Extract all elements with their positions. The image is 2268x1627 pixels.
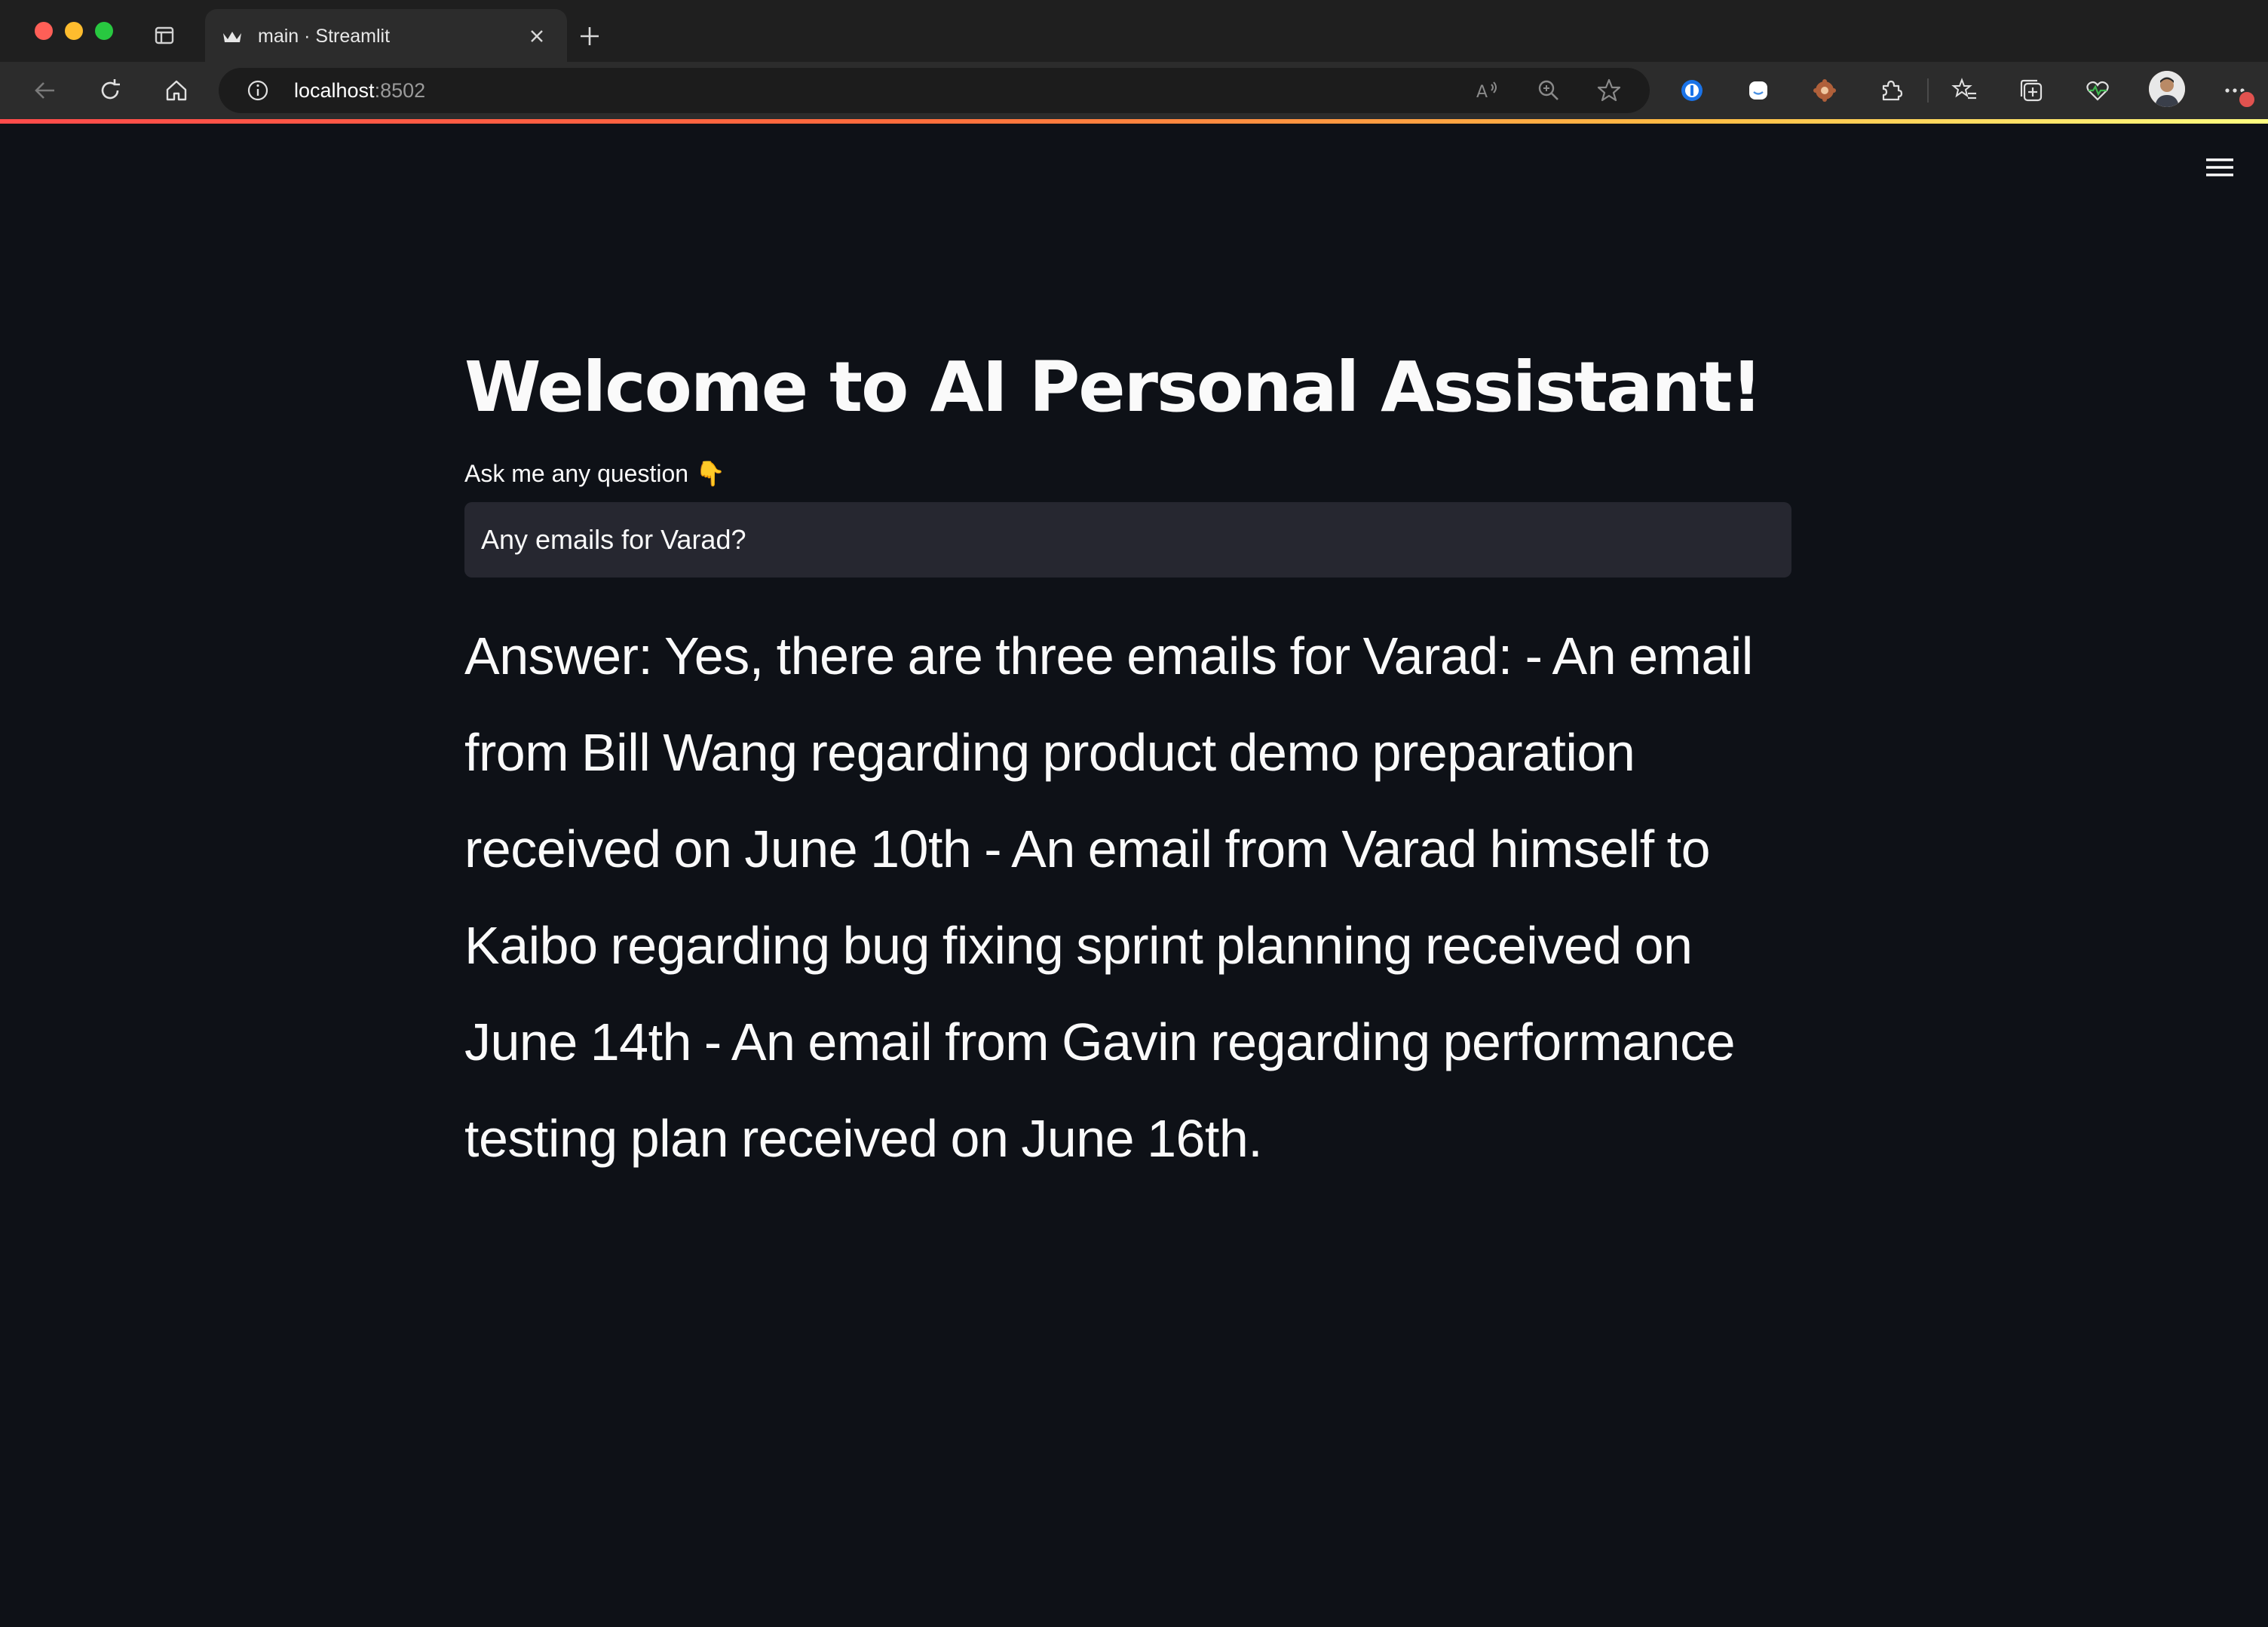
tab-title: main · Streamlit: [258, 26, 391, 47]
question-input-label: Ask me any question 👇: [464, 458, 1791, 489]
page-title: Welcome to AI Personal Assistant!: [464, 347, 1763, 427]
new-tab-plus-icon[interactable]: [578, 24, 602, 48]
browser-window: main · Streamlit localhost:8502 A Welcom…: [0, 0, 2268, 1627]
zoom-icon[interactable]: [1535, 77, 1562, 104]
settings-extension-icon[interactable]: [1811, 77, 1838, 104]
collections-icon[interactable]: [2018, 77, 2045, 104]
close-tab-icon[interactable]: [528, 27, 546, 45]
toolbar-separator: [1927, 78, 1929, 103]
back-arrow-icon[interactable]: [32, 77, 59, 104]
main-content: Welcome to AI Personal Assistant! Ask me…: [464, 344, 1791, 1187]
address-bar[interactable]: localhost:8502 A: [219, 68, 1650, 113]
hamburger-menu-icon[interactable]: [2203, 155, 2236, 179]
star-icon[interactable]: [1595, 77, 1623, 104]
puzzle-icon[interactable]: [1877, 77, 1905, 104]
url-host: localhost: [294, 79, 375, 102]
profile-avatar[interactable]: [2149, 71, 2185, 107]
close-window-button[interactable]: [35, 22, 53, 40]
browser-toolbar: localhost:8502 A: [0, 62, 2268, 119]
read-aloud-icon[interactable]: A: [1473, 77, 1500, 104]
minimize-window-button[interactable]: [65, 22, 83, 40]
notification-badge: [2238, 90, 2256, 109]
svg-text:A: A: [1476, 83, 1488, 102]
tab-actions-icon[interactable]: [154, 25, 175, 46]
favorites-icon[interactable]: [1951, 77, 1978, 104]
tab-main-streamlit[interactable]: main · Streamlit: [205, 9, 567, 62]
url-text[interactable]: localhost:8502: [294, 78, 425, 103]
chat-extension-icon[interactable]: [1745, 77, 1772, 104]
reload-icon[interactable]: [97, 77, 124, 104]
pointing-down-icon: 👇: [694, 460, 725, 487]
site-info-icon[interactable]: [246, 78, 270, 103]
answer-text: Answer: Yes, there are three emails for …: [464, 627, 1753, 1168]
home-icon[interactable]: [163, 77, 190, 104]
maximize-window-button[interactable]: [95, 22, 113, 40]
streamlit-crown-icon: [223, 32, 241, 42]
tab-strip: main · Streamlit: [0, 0, 2268, 62]
question-label-text: Ask me any question: [464, 460, 689, 487]
question-input[interactable]: [464, 502, 1791, 578]
avatar-person-icon: [2149, 71, 2185, 107]
browser-essentials-icon[interactable]: [2084, 77, 2111, 104]
password-manager-icon[interactable]: [1678, 77, 1706, 104]
url-port: :8502: [374, 79, 426, 102]
streamlit-app: Welcome to AI Personal Assistant! Ask me…: [0, 124, 2268, 1627]
